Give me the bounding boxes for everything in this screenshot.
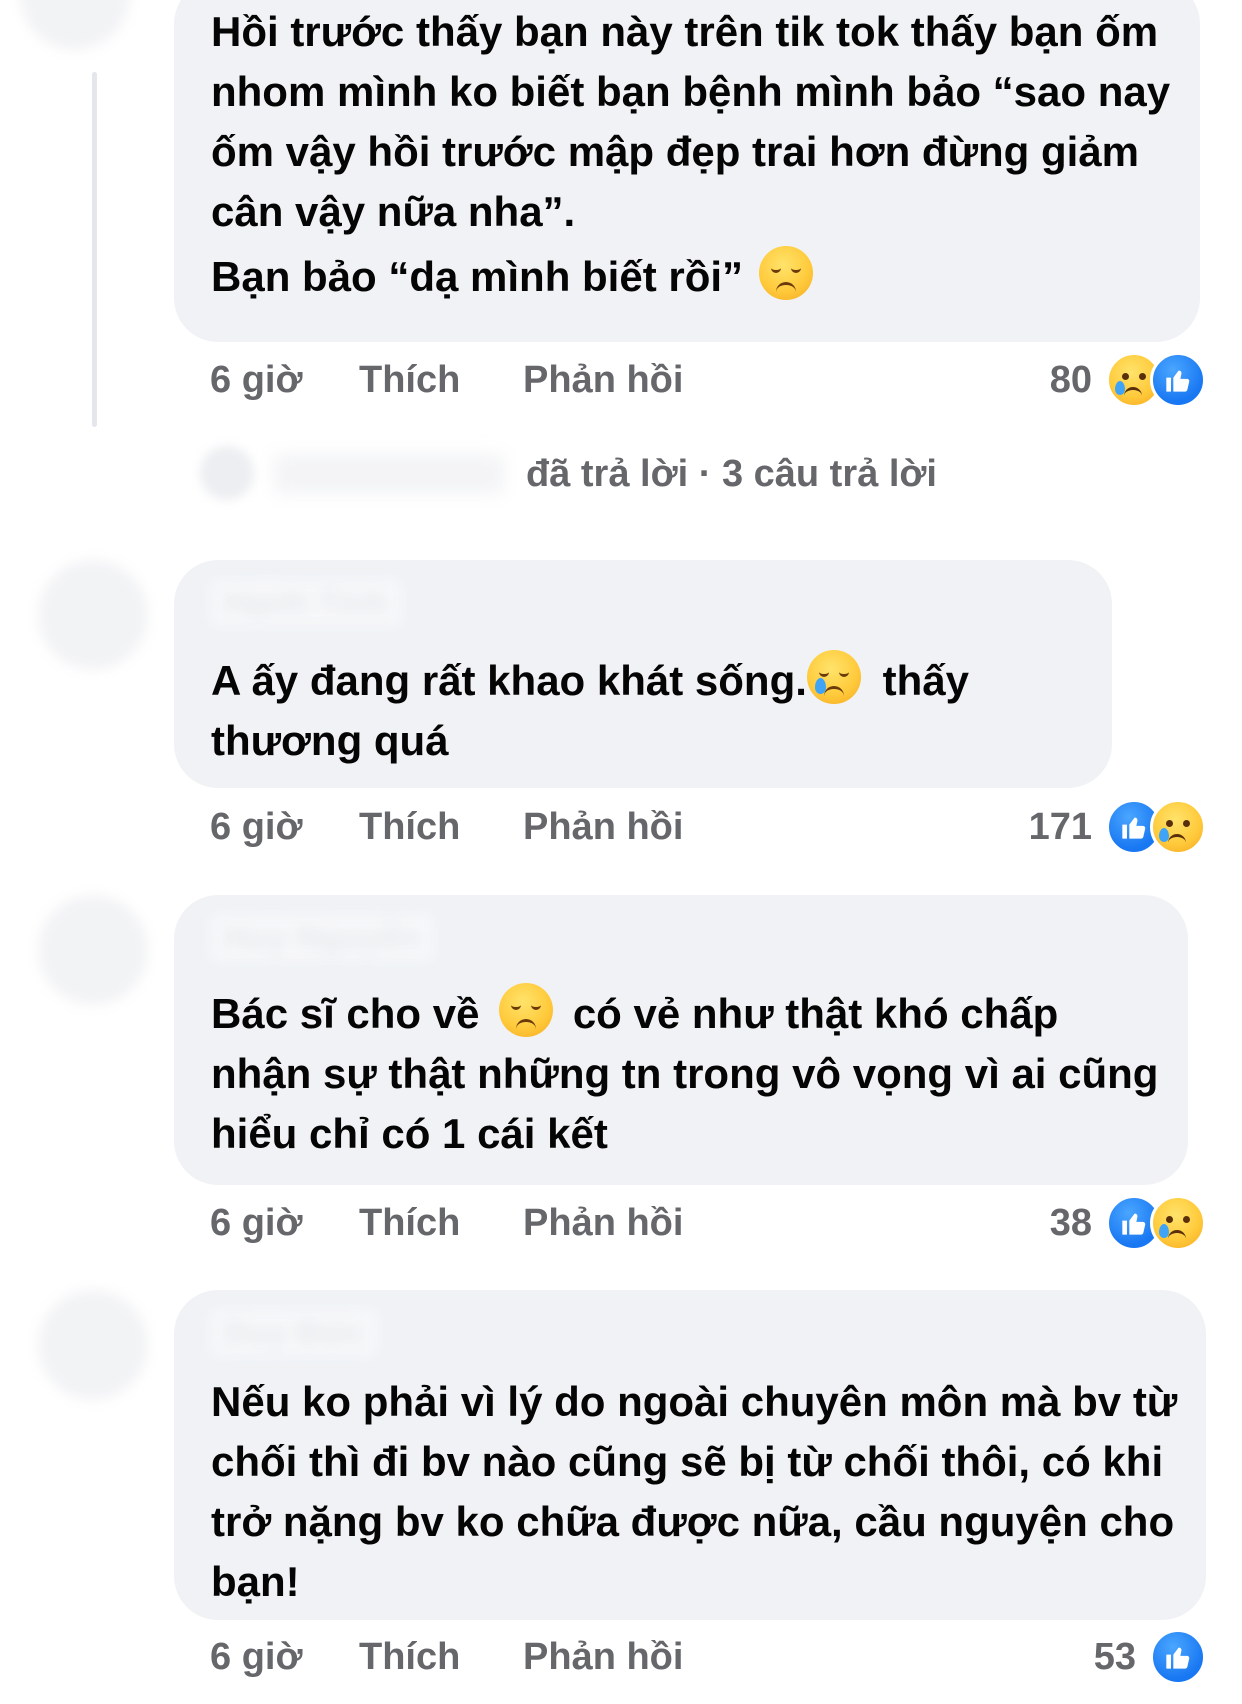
comment-text-line: Bạn bảo “dạ mình biết rồi” <box>211 253 744 300</box>
reaction-count: 80 <box>1049 358 1092 401</box>
like-button[interactable]: Thích <box>359 802 460 852</box>
comment-text-part: A ấy đang rất khao khát sống. <box>211 657 807 704</box>
reply-author-name <box>274 454 504 494</box>
replies-count[interactable]: 3 câu trả lời <box>722 453 937 495</box>
comment-author-name[interactable]: Hạnh Tinh <box>211 580 401 626</box>
reaction-summary[interactable]: 53 <box>1093 1629 1206 1685</box>
like-button[interactable]: Thích <box>359 1198 460 1248</box>
reply-button[interactable]: Phản hồi <box>523 802 683 852</box>
replies-summary[interactable]: đã trả lời · 3 câu trả lời <box>526 446 937 502</box>
disappointed-face-emoji-icon <box>759 246 814 300</box>
like-reaction-icon <box>1150 1629 1206 1685</box>
reaction-summary[interactable]: 80 <box>1049 352 1206 408</box>
commenter-avatar[interactable] <box>38 895 148 1005</box>
disappointed-face-emoji-icon <box>499 983 554 1037</box>
reaction-count: 38 <box>1049 1201 1092 1244</box>
commenter-avatar[interactable] <box>38 1290 148 1400</box>
comment-bubble: Duy Đức Nếu ko phải vì lý do ngoài chuyê… <box>174 1290 1206 1620</box>
reaction-count: 53 <box>1093 1635 1136 1678</box>
like-reaction-icon <box>1150 352 1206 408</box>
sad-reaction-icon <box>1150 799 1206 855</box>
thread-connector-line <box>92 72 97 427</box>
comment-bubble: Hồi trước thấy bạn này trên tik tok thấy… <box>174 0 1200 342</box>
comment-timestamp[interactable]: 6 giờ <box>210 355 302 405</box>
comment-timestamp[interactable]: 6 giờ <box>210 1198 302 1248</box>
replies-separator: · <box>688 453 722 495</box>
reply-author-avatar <box>200 446 254 500</box>
comment-text-line: Bác sĩ cho về có vẻ như thật khó chấp nh… <box>211 983 1160 1164</box>
reaction-summary[interactable]: 171 <box>1028 799 1206 855</box>
comment-timestamp[interactable]: 6 giờ <box>210 802 302 852</box>
comment-timestamp[interactable]: 6 giờ <box>210 1632 302 1682</box>
comment-author-name[interactable]: Huy Nguyễn <box>211 915 434 961</box>
reply-button[interactable]: Phản hồi <box>523 355 683 405</box>
commenter-avatar[interactable] <box>20 0 130 50</box>
comment-text-line: A ấy đang rất khao khát sống. thấy thươn… <box>211 650 1092 771</box>
comment-text-line: Hồi trước thấy bạn này trên tik tok thấy… <box>211 8 1171 235</box>
crying-face-emoji-icon <box>806 650 861 704</box>
reply-button[interactable]: Phản hồi <box>523 1632 683 1682</box>
reply-button[interactable]: Phản hồi <box>523 1198 683 1248</box>
reaction-summary[interactable]: 38 <box>1049 1195 1206 1251</box>
sad-reaction-icon <box>1150 1195 1206 1251</box>
comment-text: Bác sĩ cho về có vẻ như thật khó chấp nh… <box>211 983 1160 1164</box>
comment-bubble: Hạnh Tinh A ấy đang rất khao khát sống. … <box>174 560 1112 788</box>
comment-text: A ấy đang rất khao khát sống. thấy thươn… <box>211 650 1092 771</box>
comment-text-part: Bác sĩ cho về <box>211 990 480 1037</box>
commenter-avatar[interactable] <box>38 560 148 670</box>
like-button[interactable]: Thích <box>359 1632 460 1682</box>
comment-author-name[interactable]: Duy Đức <box>211 1310 377 1356</box>
comment-text: Hồi trước thấy bạn này trên tik tok thấy… <box>211 2 1172 307</box>
comment-text-line: Bạn bảo “dạ mình biết rồi” <box>211 246 1172 307</box>
replied-label: đã trả lời <box>526 453 689 495</box>
like-button[interactable]: Thích <box>359 355 460 405</box>
reaction-count: 171 <box>1028 805 1092 848</box>
comment-bubble: Huy Nguyễn Bác sĩ cho về có vẻ như thật … <box>174 895 1188 1185</box>
comment-text: Nếu ko phải vì lý do ngoài chuyên môn mà… <box>211 1378 1178 1605</box>
